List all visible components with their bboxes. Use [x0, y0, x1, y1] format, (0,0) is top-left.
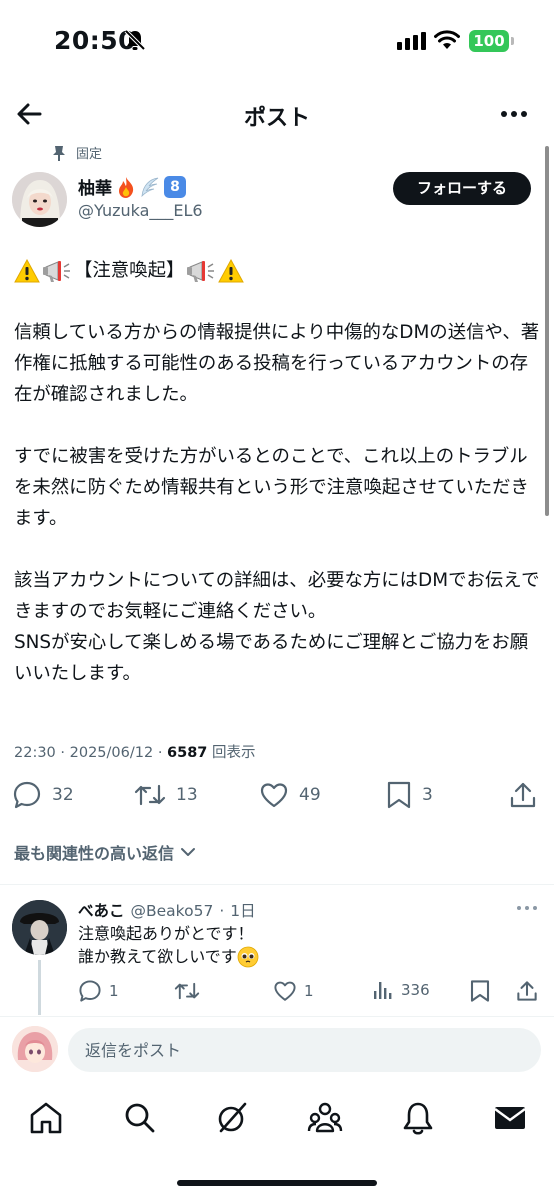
- search-icon[interactable]: [122, 1100, 158, 1136]
- bookmark-icon: [387, 781, 411, 809]
- more-icon[interactable]: [498, 98, 530, 130]
- views-icon: [374, 982, 392, 999]
- reply-line-2: 誰か教えて欲しいです: [78, 945, 259, 968]
- repost-button[interactable]: 13: [134, 780, 198, 810]
- post-paragraph: すでに被害を受けた方がいるとのことで、これ以上のトラブルを未然に防ぐため情報共有…: [14, 446, 529, 529]
- signal-icon: [397, 32, 426, 50]
- more-icon[interactable]: [515, 898, 539, 918]
- page-title: ポスト: [243, 106, 310, 131]
- grok-icon[interactable]: [214, 1100, 250, 1136]
- bookmark-count: 3: [422, 785, 433, 805]
- home-indicator[interactable]: [177, 1180, 377, 1186]
- reply-author-handle[interactable]: @Beako57: [131, 902, 214, 920]
- pin-icon: [53, 145, 65, 161]
- post-meta: 22:30 · 2025/06/12 · 6587 回表示: [14, 745, 256, 761]
- battery-indicator: 100: [469, 30, 509, 52]
- reply-share-button[interactable]: [516, 979, 538, 1003]
- reply-views-button[interactable]: 336: [372, 979, 430, 1001]
- share-icon: [510, 782, 536, 808]
- my-avatar[interactable]: [12, 1026, 58, 1072]
- reply-avatar-image: [12, 900, 67, 955]
- chevron-down-icon: [181, 848, 196, 856]
- bell-off-icon: [124, 29, 146, 51]
- post-paragraph: 信頼している方からの情報提供により中傷的なDMの送信や、著作権に抵触する可能性の…: [14, 322, 540, 405]
- reply-reply-count: 1: [109, 982, 119, 1000]
- like-icon: [260, 783, 288, 808]
- like-icon: [274, 981, 296, 1001]
- notifications-icon[interactable]: [400, 1100, 436, 1136]
- reply-avatar[interactable]: [12, 900, 67, 955]
- reply-view-count: 336: [401, 981, 430, 999]
- post-paragraph: SNSが安心して楽しめる場であるためにご理解とご協力をお願いいたします。: [14, 632, 529, 684]
- wifi-icon: [434, 30, 460, 49]
- pleading-face-icon: [237, 946, 259, 967]
- pinned-label: 固定: [76, 147, 103, 162]
- pinned-indicator: 固定: [52, 143, 102, 162]
- post-body: 【注意喚起】 信頼している方からの情報提供により中傷的なDMの送信や、著作権に抵…: [14, 255, 542, 689]
- reply-input[interactable]: [68, 1028, 541, 1072]
- view-count[interactable]: 6587: [167, 745, 207, 761]
- author-avatar[interactable]: [12, 172, 67, 227]
- like-button[interactable]: 49: [259, 780, 321, 810]
- share-button[interactable]: [509, 780, 537, 810]
- megaphone-icon: [187, 260, 215, 282]
- post-header: ポスト: [0, 84, 554, 142]
- my-avatar-image: [12, 1026, 58, 1072]
- post-time: 22:30: [14, 745, 56, 761]
- follow-button[interactable]: フォローする: [393, 172, 531, 205]
- reply-like-count: 1: [304, 982, 314, 1000]
- home-icon[interactable]: [28, 1100, 64, 1136]
- divider: [0, 1016, 554, 1017]
- author-name-text: 柚華: [78, 179, 112, 199]
- reply-reply-button[interactable]: 1: [78, 979, 119, 1003]
- reply-line: 注意喚起ありがとです！: [78, 924, 254, 943]
- fire-icon: [119, 176, 134, 198]
- post-heading-line: 【注意喚起】: [14, 255, 542, 286]
- bottom-tab-bar: [0, 1090, 554, 1150]
- reply-icon: [13, 781, 41, 809]
- reply-bookmark-button[interactable]: [469, 979, 491, 1003]
- wing-icon: [141, 177, 159, 197]
- post-actions: 32 13 49 3: [0, 780, 554, 814]
- like-count: 49: [299, 785, 321, 805]
- reply-text: 注意喚起ありがとです！ 誰か教えて欲しいです: [78, 922, 259, 968]
- replies-sort-dropdown[interactable]: 最も関連性の高い返信: [14, 840, 196, 864]
- warning-icon: [218, 258, 245, 282]
- reply-icon: [79, 980, 101, 1002]
- author-name[interactable]: 柚華 8: [78, 174, 186, 199]
- reply-actions: 1 1 336: [0, 979, 554, 1005]
- bookmark-button[interactable]: 3: [386, 780, 433, 810]
- author-handle[interactable]: @Yuzuka___EL6: [78, 201, 203, 220]
- view-count-label: 回表示: [212, 745, 256, 761]
- reply-timestamp: 1日: [230, 902, 256, 920]
- repost-icon: [134, 784, 166, 806]
- messages-icon[interactable]: [492, 1100, 528, 1136]
- post-date: 2025/06/12: [69, 745, 154, 761]
- megaphone-icon: [43, 260, 70, 282]
- reply-repost-button[interactable]: [174, 979, 200, 1003]
- post-heading: 【注意喚起】: [74, 260, 185, 281]
- reply-author-name[interactable]: べあこ: [78, 899, 125, 921]
- replies-sort-label: 最も関連性の高い返信: [14, 844, 175, 863]
- reply-count: 32: [52, 785, 74, 805]
- post-paragraph: 該当アカウントについての詳細は、必要な方にはDMでお伝えできますのでお気軽にご連…: [14, 570, 540, 622]
- reply-header: べあこ @Beako57 · 1日: [78, 899, 256, 921]
- communities-icon[interactable]: [307, 1100, 343, 1136]
- repost-icon: [174, 982, 200, 1000]
- number-badge: 8: [164, 175, 186, 198]
- warning-icon: [14, 258, 40, 282]
- reply-like-button[interactable]: 1: [273, 979, 314, 1003]
- divider: [0, 884, 554, 885]
- author-avatar-image: [12, 172, 67, 227]
- status-bar: 20:50 100: [0, 0, 554, 84]
- bookmark-icon: [470, 980, 490, 1002]
- repost-count: 13: [176, 785, 198, 805]
- battery-nub: [511, 37, 514, 45]
- reply-button[interactable]: 32: [12, 780, 74, 810]
- share-icon: [517, 981, 537, 1001]
- scrollbar[interactable]: [545, 146, 549, 516]
